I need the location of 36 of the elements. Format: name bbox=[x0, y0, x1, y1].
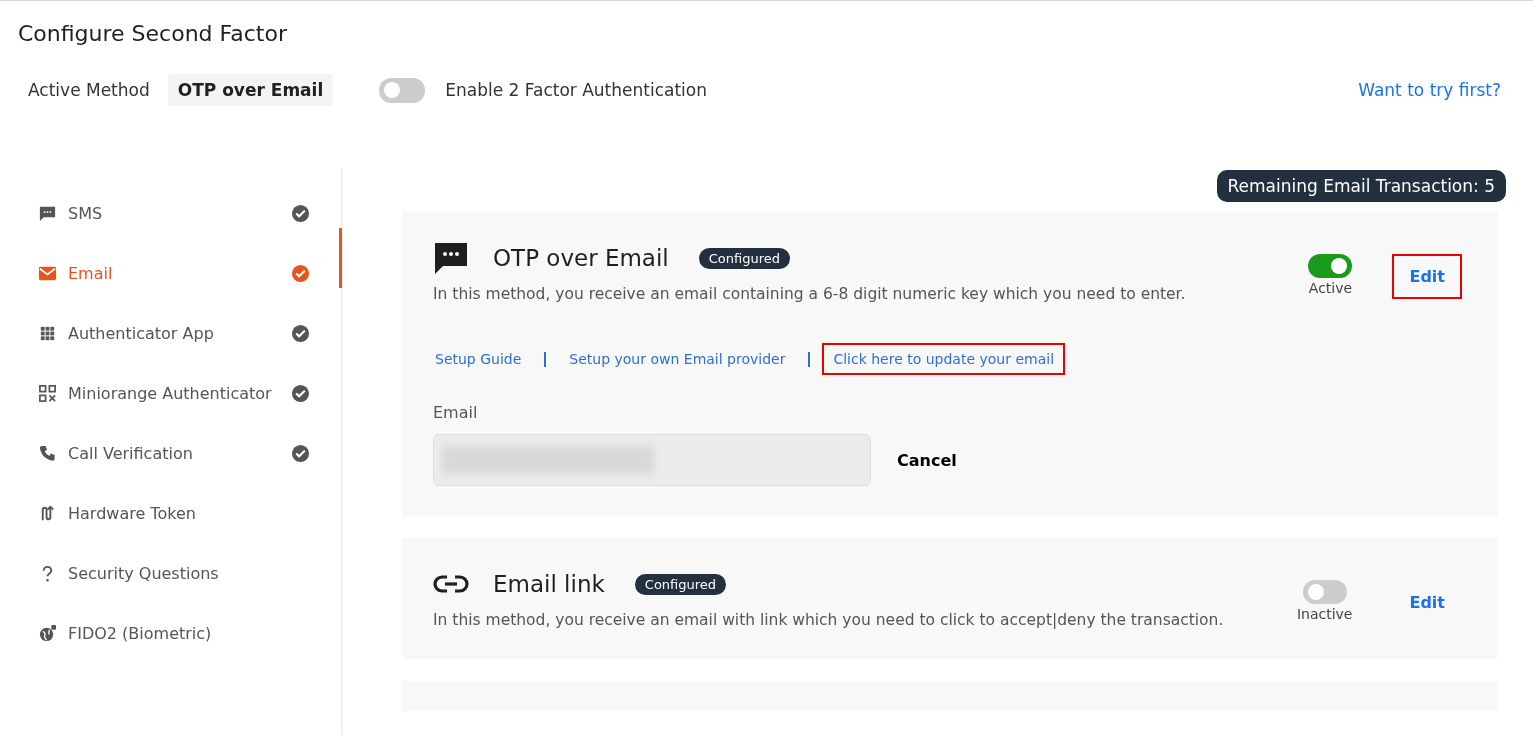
email-field[interactable] bbox=[433, 434, 871, 486]
edit-link[interactable]: Edit bbox=[1392, 580, 1462, 625]
enable-2fa-label: Enable 2 Factor Authentication bbox=[445, 80, 707, 100]
field-label: Email bbox=[433, 403, 479, 422]
enable-2fa-toggle[interactable] bbox=[379, 77, 426, 103]
method-toggle[interactable] bbox=[1308, 254, 1353, 278]
sidebar-item[interactable]: Email bbox=[38, 243, 310, 303]
active-method-value: OTP over Email bbox=[167, 74, 334, 106]
try-first-link[interactable]: Want to try first? bbox=[1358, 80, 1501, 100]
globe-icon bbox=[38, 623, 57, 643]
qr-code-icon bbox=[38, 383, 57, 403]
remaining-transactions-badge: Remaining Email Transaction: 5 bbox=[1216, 170, 1506, 202]
card-link[interactable]: Setup your own Email provider bbox=[558, 343, 797, 375]
sidebar-item[interactable]: Hardware Token bbox=[38, 483, 310, 543]
method-description: In this method, you receive an email containing a 6-8 digit numeric key which you need to enter. bbox=[433, 285, 1187, 303]
sidebar-item[interactable]: Security Questions bbox=[38, 543, 310, 603]
edit-link[interactable]: Edit bbox=[1392, 254, 1462, 299]
sidebar-item[interactable]: Call Verification bbox=[38, 423, 310, 483]
sidebar-item[interactable]: FIDO2 (Biometric) bbox=[38, 603, 310, 663]
configured-badge: Configured bbox=[698, 247, 790, 269]
sidebar-item[interactable]: SMS bbox=[38, 183, 310, 243]
card-link[interactable]: Setup Guide bbox=[433, 343, 533, 375]
configured-badge: Configured bbox=[634, 573, 727, 595]
active-method-label: Active Method bbox=[28, 80, 150, 100]
method-title: Email link bbox=[493, 571, 605, 597]
sidebar-item[interactable]: Miniorange Authenticator bbox=[38, 363, 310, 423]
status-label: Active bbox=[1308, 280, 1353, 296]
sidebar-item[interactable]: Authenticator App bbox=[38, 303, 310, 363]
status-label: Inactive bbox=[1296, 606, 1353, 622]
method-toggle[interactable] bbox=[1302, 580, 1347, 604]
card-link[interactable]: Click here to update your email bbox=[822, 343, 1066, 375]
page-title: Configure Second Factor bbox=[17, 20, 288, 46]
method-description: In this method, you receive an email with link which you need to click to accept|deny the transaction. bbox=[433, 611, 1225, 629]
message-icon bbox=[433, 240, 469, 276]
method-title: OTP over Email bbox=[493, 245, 669, 271]
phone-icon bbox=[38, 443, 57, 463]
